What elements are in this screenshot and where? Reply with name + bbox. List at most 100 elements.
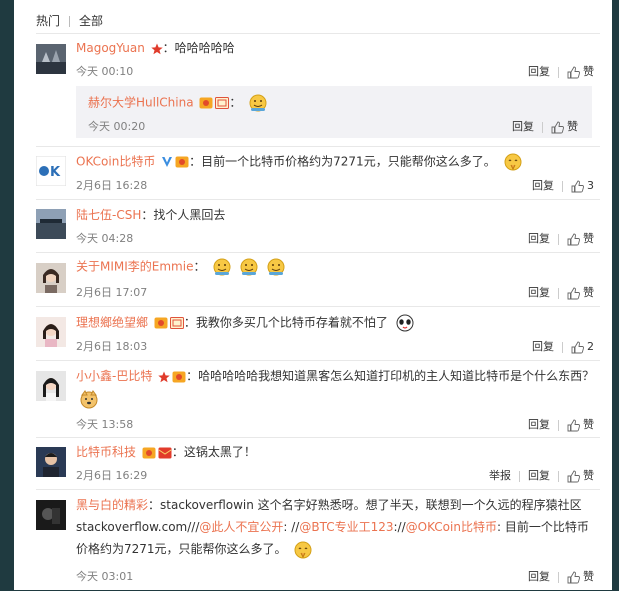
comment-tabs: 热门 全部 [36,12,103,29]
emoji-pray-icon [294,541,312,558]
comment-actions: 回复 赞 [512,118,578,134]
comment-text: ： [229,95,242,110]
mention-link[interactable]: @OKCoin比特币 [406,520,497,534]
comment-item: 理想鄉绝望鄉 ：我教你多买几个比特币存着就不怕了 2月6日 18:03 回复 2 [36,306,600,361]
comment-text: ： [193,259,206,274]
comment-actions: 回复 赞 [528,63,594,79]
like-count[interactable]: 赞 [583,232,594,245]
reply-content: 赫尔大学HullChina ： [88,93,268,113]
reply-button[interactable]: 回复 [528,469,550,482]
user-name[interactable]: OKCoin比特币 [76,155,155,169]
like-count[interactable]: 3 [587,179,594,192]
like-count[interactable]: 2 [587,340,594,353]
fortune-badge-icon [169,317,184,329]
emoji-smile-icon [240,258,258,276]
comment-actions: 回复 赞 [528,230,594,246]
emoji-pray-icon [504,153,522,171]
fortune-badge-icon [215,97,230,109]
comment-item: MagogYuan ：哈哈哈哈哈 今天 00:10 回复 赞 [36,33,600,86]
reply-button[interactable]: 回复 [528,570,550,583]
reply-button[interactable]: 回复 [528,418,550,431]
reply-button[interactable]: 回复 [532,179,554,192]
comment-actions: 回复 赞 [528,284,594,300]
comment-time: 今天 04:28 [76,232,134,245]
thumb-up-icon[interactable] [567,470,580,483]
avatar[interactable] [36,371,66,401]
reply-button[interactable]: 回复 [528,286,550,299]
comment-content: 黑与白的精彩：stackoverflowin 这个名字好熟悉呀。想了半天，联想到… [76,494,596,560]
user-name[interactable]: 黑与白的精彩 [76,498,148,512]
user-name[interactable]: 赫尔大学HullChina [88,96,194,110]
tab-hot[interactable]: 热门 [36,12,60,29]
reply-button[interactable]: 回复 [528,232,550,245]
comment-item: K OKCoin比特币 ：目前一个比特币价格约为7271元，只能帮你这么多了。 … [35,146,600,199]
comment-actions: 回复 3 [532,177,594,193]
avatar[interactable] [36,263,66,293]
comment-time: 今天 13:58 [76,418,134,431]
comment-actions: 回复 赞 [528,416,594,432]
avatar[interactable] [36,209,66,239]
emoji-smile-icon [249,94,267,112]
emoji-smile-icon [213,258,231,276]
comment-item: 比特币科技 ：这锅太黑了！ 2月6日 16:29 举报 回复 赞 [36,437,600,490]
user-name[interactable]: 理想鄉绝望鄉 [76,316,148,330]
like-count[interactable]: 赞 [583,65,594,78]
like-count[interactable]: 赞 [583,286,594,299]
thumb-up-icon[interactable] [571,341,584,354]
reply-button[interactable]: 回复 [512,120,534,133]
comment-text: ：哈哈哈哈哈 [162,41,235,55]
comment-time: 今天 00:20 [88,120,146,133]
comment-text: ：这锅太黑了！ [171,445,256,459]
comment-content: MagogYuan ：哈哈哈哈哈 [76,39,235,57]
mention-link[interactable]: @此人不宜公开 [199,520,283,534]
avatar[interactable] [36,500,66,530]
comment-text: ：找个人黑回去 [141,208,226,222]
user-name[interactable]: 关于MIMI李的Emmie [76,260,193,274]
thumb-up-icon[interactable] [567,66,580,79]
thumb-up-icon[interactable] [567,419,580,432]
report-button[interactable]: 举报 [489,469,511,482]
comment-content: 关于MIMI李的Emmie： [76,257,286,277]
like-count[interactable]: 赞 [583,469,594,482]
tab-divider [69,16,71,27]
action-divider [558,419,559,431]
comment-text: ：目前一个比特币价格约为7271元，只能帮你这么多了。 [189,154,496,169]
vip-badge-icon [175,156,189,168]
svg-text:K: K [50,165,61,180]
comment-item: 陆七伍-CSH：找个人黑回去 今天 04:28 回复 赞 [36,199,600,253]
like-count[interactable]: 赞 [567,120,578,133]
comment-actions: 回复 赞 [528,568,594,584]
avatar[interactable] [36,317,66,347]
thumb-up-icon[interactable] [567,287,580,300]
mention-link[interactable]: @BTC专业工123 [299,520,393,534]
comment-time: 2月6日 18:03 [76,340,148,353]
vip-badge-icon [199,97,213,109]
comment-content: 小小鑫-巴比特 ：哈哈哈哈哈我想知道黑客怎么知道打印机的主人知道比特币是个什么东… [76,365,596,409]
user-name[interactable]: 比特币科技 [76,445,136,459]
like-count[interactable]: 赞 [583,570,594,583]
avatar[interactable] [36,447,66,477]
avatar[interactable] [36,44,66,74]
like-count[interactable]: 赞 [583,418,594,431]
reply-button[interactable]: 回复 [532,340,554,353]
vip-badge-icon [172,371,186,382]
comment-time: 2月6日 16:29 [76,469,148,482]
thumb-up-icon[interactable] [567,233,580,246]
comment-item: 黑与白的精彩：stackoverflowin 这个名字好熟悉呀。想了半天，联想到… [36,489,600,591]
red-star-icon [158,371,170,382]
comment-time: 今天 00:10 [76,65,134,78]
avatar[interactable]: K [35,155,67,187]
reply-button[interactable]: 回复 [528,65,550,78]
verified-v-icon [162,157,173,167]
thumb-up-icon[interactable] [571,180,584,193]
comment-actions: 举报 回复 赞 [489,467,594,483]
user-name[interactable]: MagogYuan [76,41,145,55]
thumb-up-icon[interactable] [567,571,580,584]
thumb-up-icon[interactable] [551,121,564,134]
vip-badge-icon [154,317,168,329]
user-name[interactable]: 陆七伍-CSH [76,208,141,222]
tab-all[interactable]: 全部 [79,12,103,29]
comment-content: 陆七伍-CSH：找个人黑回去 [76,206,225,224]
comment-time: 2月6日 17:07 [76,286,148,299]
user-name[interactable]: 小小鑫-巴比特 [76,369,152,383]
